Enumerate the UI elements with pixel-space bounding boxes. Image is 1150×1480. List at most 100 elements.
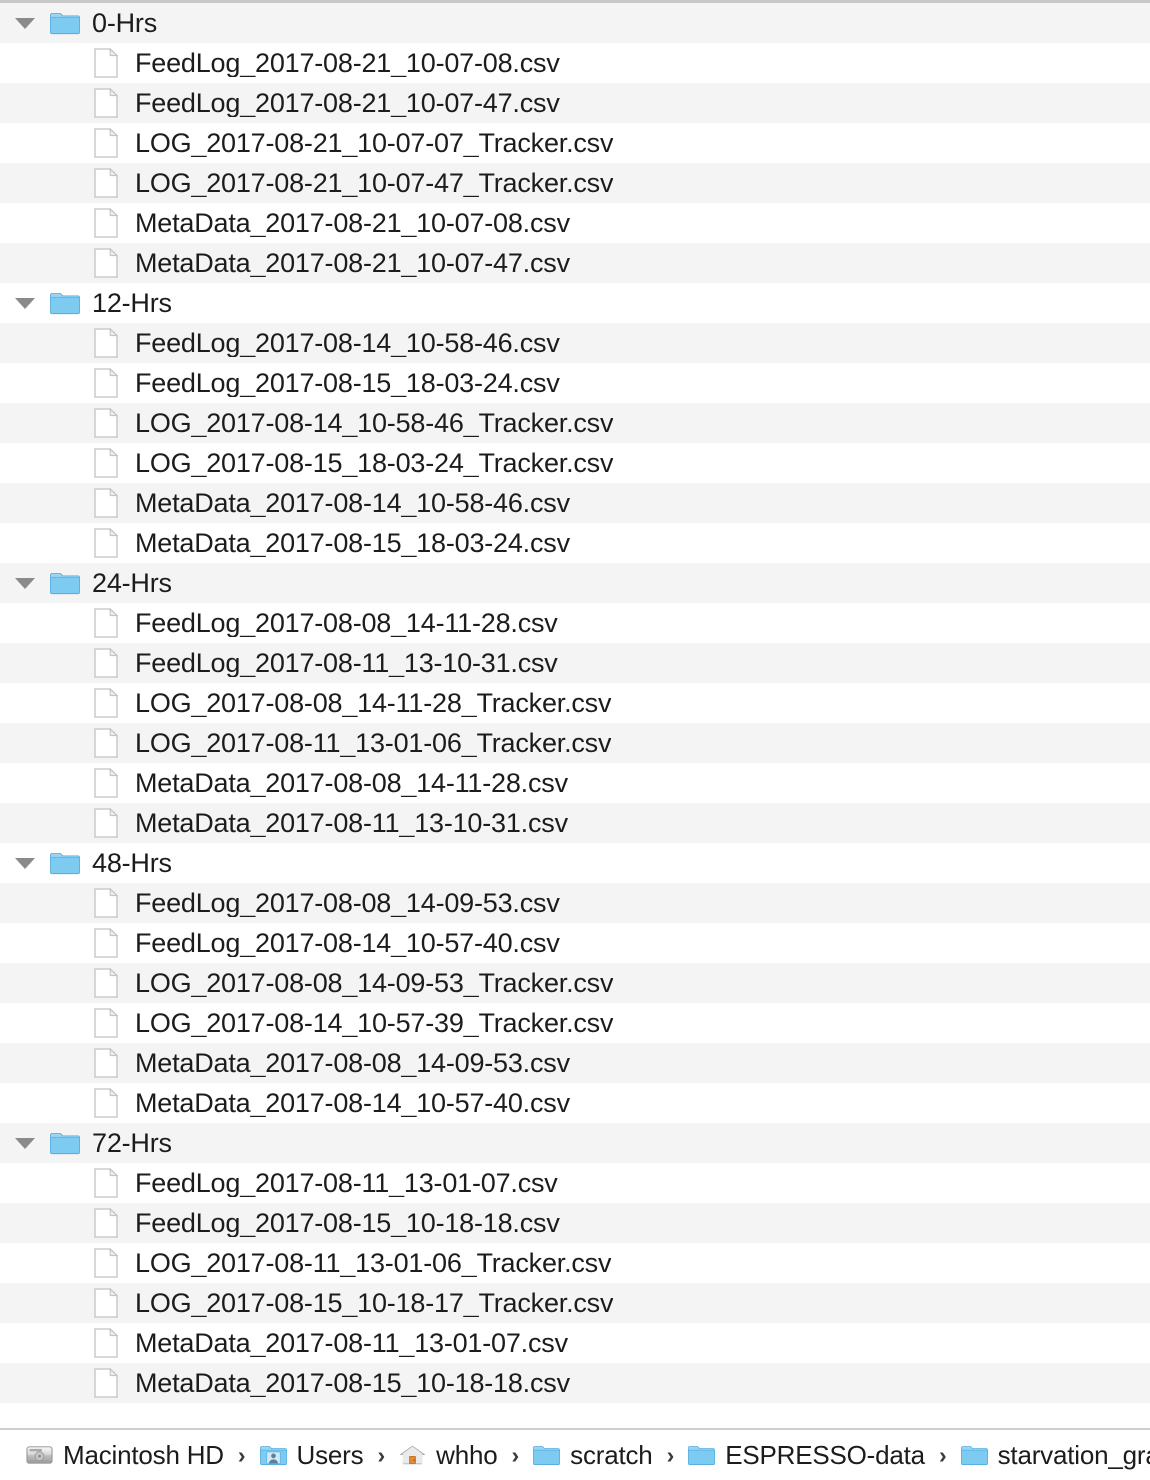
file-row[interactable]: FeedLog_2017-08-08_14-11-28.csv — [0, 603, 1150, 643]
document-icon — [94, 608, 118, 638]
file-row[interactable]: FeedLog_2017-08-15_18-03-24.csv — [0, 363, 1150, 403]
file-name: LOG_2017-08-11_13-01-06_Tracker.csv — [135, 1249, 612, 1277]
file-name: FeedLog_2017-08-08_14-09-53.csv — [135, 889, 560, 917]
file-row[interactable]: FeedLog_2017-08-11_13-01-07.csv — [0, 1163, 1150, 1203]
disclosure-triangle-icon[interactable] — [14, 1123, 36, 1163]
file-name: FeedLog_2017-08-15_18-03-24.csv — [135, 369, 560, 397]
home-folder-icon — [399, 1443, 426, 1467]
folder-icon — [960, 1443, 988, 1467]
file-row[interactable]: MetaData_2017-08-21_10-07-47.csv — [0, 243, 1150, 283]
file-row[interactable]: LOG_2017-08-11_13-01-06_Tracker.csv — [0, 723, 1150, 763]
file-row[interactable]: LOG_2017-08-15_18-03-24_Tracker.csv — [0, 443, 1150, 483]
file-row[interactable]: FeedLog_2017-08-15_10-18-18.csv — [0, 1203, 1150, 1243]
folder-icon — [50, 1131, 80, 1155]
folder-icon — [688, 1443, 716, 1467]
document-icon — [94, 128, 118, 158]
file-row[interactable]: MetaData_2017-08-21_10-07-08.csv — [0, 203, 1150, 243]
breadcrumb-item[interactable]: Users — [259, 1440, 364, 1471]
disclosure-triangle-icon[interactable] — [14, 843, 36, 883]
file-row[interactable]: FeedLog_2017-08-08_14-09-53.csv — [0, 883, 1150, 923]
document-icon — [94, 768, 118, 798]
breadcrumb-separator-icon: › — [938, 1441, 947, 1468]
file-name: MetaData_2017-08-21_10-07-08.csv — [135, 209, 570, 237]
folder-icon — [50, 291, 80, 315]
file-name: LOG_2017-08-21_10-07-07_Tracker.csv — [135, 129, 614, 157]
file-row[interactable]: FeedLog_2017-08-14_10-58-46.csv — [0, 323, 1150, 363]
document-icon — [94, 928, 118, 958]
document-icon — [94, 888, 118, 918]
file-name: LOG_2017-08-11_13-01-06_Tracker.csv — [135, 729, 612, 757]
file-name: FeedLog_2017-08-11_13-01-07.csv — [135, 1169, 558, 1197]
file-row[interactable]: LOG_2017-08-08_14-09-53_Tracker.csv — [0, 963, 1150, 1003]
file-name: MetaData_2017-08-11_13-01-07.csv — [135, 1329, 568, 1357]
folder-row[interactable]: 0-Hrs — [0, 3, 1150, 43]
file-name: MetaData_2017-08-08_14-09-53.csv — [135, 1049, 570, 1077]
file-name: MetaData_2017-08-08_14-11-28.csv — [135, 769, 568, 797]
breadcrumb-label: Macintosh HD — [63, 1439, 224, 1470]
document-icon — [94, 1328, 118, 1358]
breadcrumb-label: ESPRESSO-data — [725, 1439, 925, 1470]
file-row[interactable]: MetaData_2017-08-15_18-03-24.csv — [0, 523, 1150, 563]
document-icon — [94, 1288, 118, 1318]
file-name: MetaData_2017-08-21_10-07-47.csv — [135, 249, 570, 277]
document-icon — [94, 488, 118, 518]
folder-row[interactable]: 24-Hrs — [0, 563, 1150, 603]
file-name: FeedLog_2017-08-08_14-11-28.csv — [135, 609, 558, 637]
breadcrumb-separator-icon: › — [237, 1441, 246, 1468]
breadcrumb-separator-icon: › — [666, 1441, 675, 1468]
breadcrumb-label: starvation_gradient — [997, 1439, 1150, 1470]
breadcrumb-item[interactable]: whho — [399, 1440, 498, 1471]
file-row[interactable]: LOG_2017-08-14_10-57-39_Tracker.csv — [0, 1003, 1150, 1043]
disclosure-triangle-icon[interactable] — [14, 3, 36, 43]
folder-icon — [50, 851, 80, 875]
file-row[interactable]: LOG_2017-08-21_10-07-07_Tracker.csv — [0, 123, 1150, 163]
breadcrumb-item[interactable]: scratch — [533, 1439, 653, 1471]
document-icon — [94, 448, 118, 478]
hard-drive-icon — [26, 1443, 53, 1467]
breadcrumb-label: scratch — [570, 1439, 653, 1470]
file-name: FeedLog_2017-08-11_13-10-31.csv — [135, 649, 558, 677]
file-name: MetaData_2017-08-15_18-03-24.csv — [135, 529, 570, 557]
breadcrumb-item[interactable]: starvation_gradient — [960, 1439, 1150, 1471]
breadcrumb-item[interactable]: Macintosh HD — [26, 1440, 224, 1471]
file-row[interactable]: MetaData_2017-08-08_14-11-28.csv — [0, 763, 1150, 803]
document-icon — [94, 808, 118, 838]
document-icon — [94, 728, 118, 758]
folder-row[interactable]: 72-Hrs — [0, 1123, 1150, 1163]
document-icon — [94, 208, 118, 238]
file-row[interactable]: LOG_2017-08-11_13-01-06_Tracker.csv — [0, 1243, 1150, 1283]
breadcrumb-item[interactable]: ESPRESSO-data — [688, 1440, 925, 1471]
file-row[interactable]: LOG_2017-08-15_10-18-17_Tracker.csv — [0, 1283, 1150, 1323]
file-name: MetaData_2017-08-11_13-10-31.csv — [135, 809, 568, 837]
path-bar[interactable]: Macintosh HD › Users › whho › scratch › … — [0, 1428, 1150, 1480]
file-row[interactable]: MetaData_2017-08-08_14-09-53.csv — [0, 1043, 1150, 1083]
file-list[interactable]: 0-Hrs FeedLog_2017-08-21_10-07-08.csv Fe… — [0, 3, 1150, 1428]
disclosure-triangle-icon[interactable] — [14, 283, 36, 323]
file-row[interactable]: LOG_2017-08-14_10-58-46_Tracker.csv — [0, 403, 1150, 443]
file-name: FeedLog_2017-08-21_10-07-08.csv — [135, 49, 560, 77]
file-row[interactable]: MetaData_2017-08-14_10-57-40.csv — [0, 1083, 1150, 1123]
file-row[interactable]: MetaData_2017-08-11_13-10-31.csv — [0, 803, 1150, 843]
file-name: FeedLog_2017-08-15_10-18-18.csv — [135, 1209, 560, 1237]
document-icon — [94, 248, 118, 278]
file-row[interactable]: FeedLog_2017-08-21_10-07-47.csv — [0, 83, 1150, 123]
file-row[interactable]: LOG_2017-08-21_10-07-47_Tracker.csv — [0, 163, 1150, 203]
file-row[interactable]: FeedLog_2017-08-11_13-10-31.csv — [0, 643, 1150, 683]
file-row[interactable]: FeedLog_2017-08-14_10-57-40.csv — [0, 923, 1150, 963]
document-icon — [94, 1048, 118, 1078]
folder-row[interactable]: 48-Hrs — [0, 843, 1150, 883]
file-row[interactable]: LOG_2017-08-08_14-11-28_Tracker.csv — [0, 683, 1150, 723]
file-row[interactable]: FeedLog_2017-08-21_10-07-08.csv — [0, 43, 1150, 83]
file-name: MetaData_2017-08-14_10-57-40.csv — [135, 1089, 570, 1117]
file-row[interactable]: MetaData_2017-08-11_13-01-07.csv — [0, 1323, 1150, 1363]
file-name: LOG_2017-08-21_10-07-47_Tracker.csv — [135, 169, 614, 197]
file-row[interactable]: MetaData_2017-08-15_10-18-18.csv — [0, 1363, 1150, 1403]
folder-row[interactable]: 12-Hrs — [0, 283, 1150, 323]
document-icon — [94, 688, 118, 718]
breadcrumb-separator-icon: › — [511, 1441, 520, 1468]
document-icon — [94, 1168, 118, 1198]
file-name: LOG_2017-08-14_10-57-39_Tracker.csv — [135, 1009, 614, 1037]
disclosure-triangle-icon[interactable] — [14, 563, 36, 603]
file-row[interactable]: MetaData_2017-08-14_10-58-46.csv — [0, 483, 1150, 523]
file-name: FeedLog_2017-08-14_10-57-40.csv — [135, 929, 560, 957]
